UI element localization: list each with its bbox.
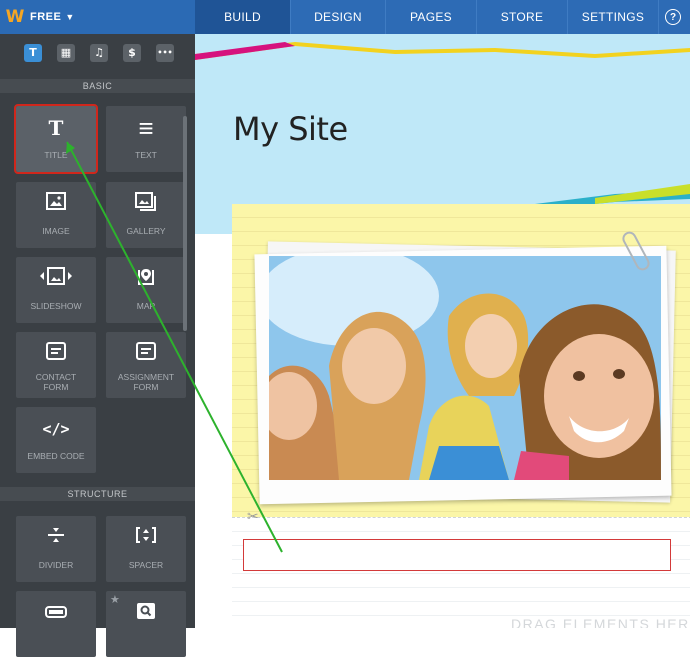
weebly-logo-icon: W: [5, 7, 25, 27]
element-label: GALLERY: [126, 226, 166, 236]
section-header-structure: STRUCTURE: [0, 487, 195, 501]
element-divider[interactable]: DIVIDER: [16, 516, 96, 582]
title-icon: T: [48, 116, 64, 140]
text-icon[interactable]: T: [24, 44, 42, 62]
element-label: EMBED CODE: [27, 451, 85, 461]
element-spacer[interactable]: SPACER: [106, 516, 186, 582]
top-navigation-bar: W FREE ▼ BUILD DESIGN PAGES STORE SETTIN…: [0, 0, 690, 34]
scissors-icon: ✂: [247, 508, 259, 524]
tab-pages[interactable]: PAGES: [386, 0, 476, 34]
search-icon: [106, 601, 186, 625]
site-canvas: My Site ✂ DRAG ELEMENTS HERE: [195, 34, 690, 628]
more-icon[interactable]: •••: [156, 44, 174, 62]
site-title[interactable]: My Site: [233, 110, 348, 148]
element-label: MAP: [136, 301, 156, 311]
spacer-icon: [106, 526, 186, 550]
element-contact-form[interactable]: CONTACT FORM: [16, 332, 96, 398]
element-search[interactable]: ★: [106, 591, 186, 657]
dollar-icon[interactable]: $: [123, 44, 141, 62]
image-icon: [16, 192, 96, 218]
divider-icon: [16, 526, 96, 550]
element-label: IMAGE: [42, 226, 70, 236]
layout-icon[interactable]: ▦: [57, 44, 75, 62]
element-text[interactable]: ≡ TEXT: [106, 106, 186, 172]
gallery-icon: [106, 192, 186, 218]
element-map[interactable]: MAP: [106, 257, 186, 323]
form-icon: [16, 342, 96, 366]
slideshow-icon: [16, 267, 96, 291]
sidebar-scrollbar[interactable]: [183, 116, 187, 331]
element-image[interactable]: IMAGE: [16, 182, 96, 248]
tab-divider: [658, 0, 659, 34]
header-photo-children[interactable]: [269, 256, 661, 480]
section-header-basic: BASIC: [0, 79, 195, 93]
element-label: DIVIDER: [38, 560, 74, 570]
help-icon[interactable]: ?: [665, 9, 681, 25]
element-label: SLIDESHOW: [30, 301, 82, 311]
tab-settings[interactable]: SETTINGS: [568, 0, 658, 34]
tab-store[interactable]: STORE: [477, 0, 567, 34]
element-gallery[interactable]: GALLERY: [106, 182, 186, 248]
element-title[interactable]: T TITLE: [14, 104, 98, 174]
plan-label: FREE: [30, 11, 62, 23]
element-label: SPACER: [128, 560, 164, 570]
element-label: CONTACT FORM: [35, 372, 77, 392]
music-icon[interactable]: ♫: [90, 44, 108, 62]
plan-menu[interactable]: W FREE ▼: [0, 0, 195, 34]
element-label: TEXT: [135, 150, 157, 160]
tab-build[interactable]: BUILD: [195, 0, 290, 34]
map-pin-icon: [106, 267, 186, 293]
code-icon: </>: [42, 420, 70, 438]
button-icon: [16, 601, 96, 625]
element-slideshow[interactable]: SLIDESHOW: [16, 257, 96, 323]
form-icon: [106, 342, 186, 366]
text-lines-icon: ≡: [138, 113, 154, 143]
elements-sidebar: T ▦ ♫ $ ••• BASIC T TITLE ≡ TEXT IMAGE G…: [0, 34, 195, 657]
chevron-down-icon: ▼: [65, 12, 75, 22]
element-button[interactable]: [16, 591, 96, 657]
sidebar-tabs: T ▦ ♫ $ •••: [0, 34, 195, 76]
drop-target-highlight[interactable]: [243, 539, 671, 571]
tab-design[interactable]: DESIGN: [291, 0, 385, 34]
element-label: TITLE: [44, 150, 68, 160]
element-assignment-form[interactable]: ASSIGNMENT FORM: [106, 332, 186, 398]
drag-elements-hint: DRAG ELEMENTS HERE: [511, 616, 690, 628]
element-embed-code[interactable]: </> EMBED CODE: [16, 407, 96, 473]
children-photo-illustration: [269, 256, 661, 480]
element-label: ASSIGNMENT FORM: [117, 372, 175, 392]
content-area: [232, 517, 690, 628]
